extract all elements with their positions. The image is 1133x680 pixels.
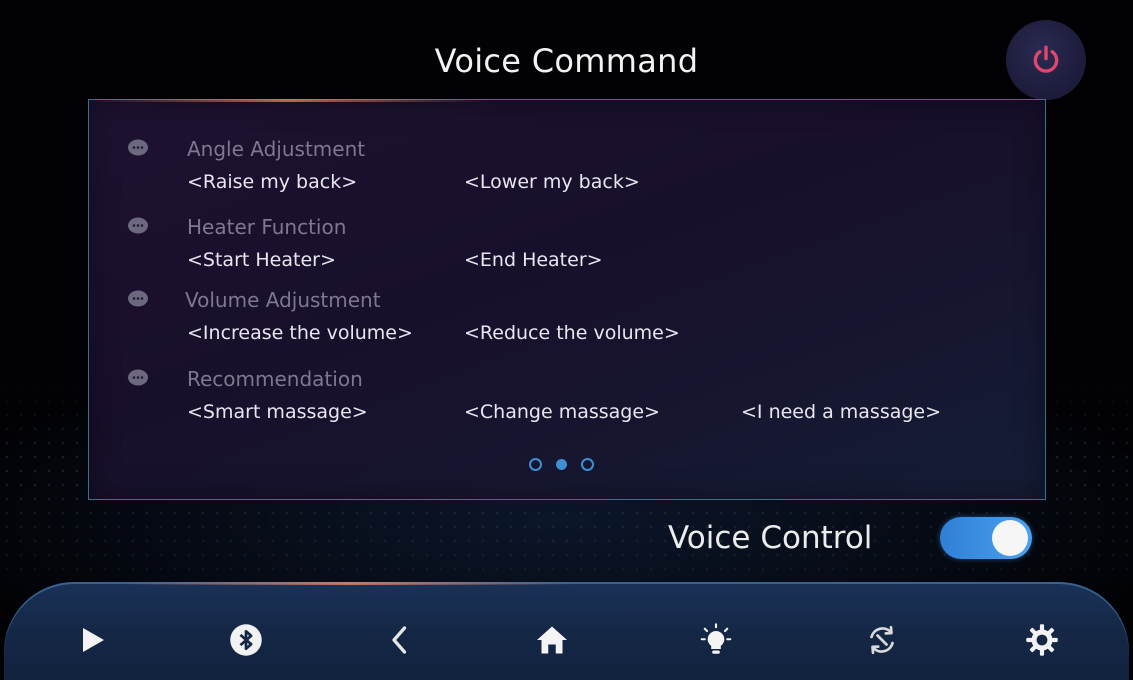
settings-button[interactable] bbox=[1020, 618, 1064, 662]
group-title: Angle Adjustment bbox=[187, 137, 366, 161]
settings-gear-icon bbox=[1026, 624, 1058, 656]
voice-command-panel: Angle Adjustment <Raise my back> <Lower … bbox=[88, 99, 1046, 500]
command-item: <Lower my back> bbox=[464, 171, 640, 193]
page-title: Voice Command bbox=[434, 42, 699, 80]
panel-top-glow bbox=[89, 99, 489, 102]
home-icon bbox=[537, 626, 567, 654]
voice-command-screen: Voice Command Angle Adjustment <Raise my… bbox=[0, 0, 1133, 680]
speech-bubble-icon bbox=[128, 139, 148, 156]
page-indicator bbox=[529, 458, 594, 471]
toggle-knob bbox=[992, 520, 1028, 556]
power-button[interactable] bbox=[1006, 20, 1086, 100]
page-dot-active[interactable] bbox=[556, 459, 567, 470]
bluetooth-button[interactable] bbox=[224, 618, 268, 662]
command-item: <Smart massage> bbox=[187, 401, 368, 423]
bluetooth-icon bbox=[230, 624, 262, 656]
command-item: <Change massage> bbox=[464, 401, 660, 423]
light-bulb-icon bbox=[700, 623, 732, 654]
back-chevron-icon bbox=[392, 626, 407, 654]
command-item: <Reduce the volume> bbox=[464, 322, 680, 344]
page-dot[interactable] bbox=[581, 458, 594, 471]
page-dot[interactable] bbox=[529, 458, 542, 471]
bottom-dock bbox=[4, 582, 1129, 680]
group-title: Heater Function bbox=[187, 215, 347, 239]
speech-bubble-icon bbox=[128, 290, 148, 307]
command-item: <I need a massage> bbox=[741, 401, 942, 423]
home-button[interactable] bbox=[530, 618, 574, 662]
voice-control-label: Voice Control bbox=[668, 520, 873, 556]
power-icon bbox=[1033, 45, 1059, 73]
light-button[interactable] bbox=[694, 618, 738, 662]
group-title: Recommendation bbox=[187, 367, 363, 391]
voice-control-toggle[interactable] bbox=[940, 517, 1032, 559]
command-item: <Increase the volume> bbox=[187, 322, 413, 344]
group-title: Volume Adjustment bbox=[185, 288, 381, 312]
play-icon bbox=[83, 628, 104, 652]
sync-icon bbox=[870, 625, 894, 655]
sync-button[interactable] bbox=[860, 618, 904, 662]
back-button[interactable] bbox=[378, 618, 422, 662]
speech-bubble-icon bbox=[128, 217, 148, 234]
play-button[interactable] bbox=[70, 618, 114, 662]
dock-top-glow bbox=[124, 582, 574, 585]
command-item: <Raise my back> bbox=[187, 171, 358, 193]
speech-bubble-icon bbox=[128, 369, 148, 386]
command-item: <Start Heater> bbox=[187, 249, 336, 271]
command-item: <End Heater> bbox=[464, 249, 603, 271]
